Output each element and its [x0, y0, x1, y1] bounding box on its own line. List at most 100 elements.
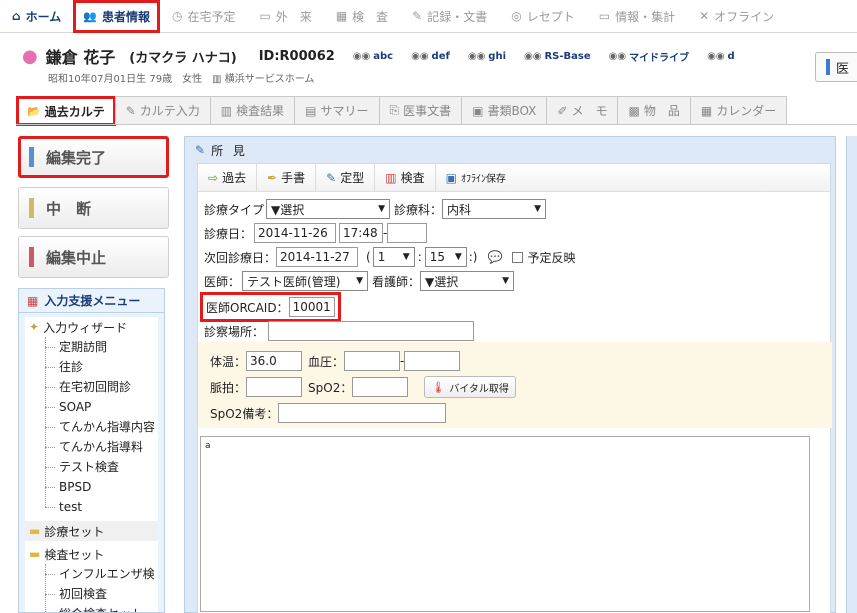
findings-textarea[interactable]: a [200, 436, 810, 612]
list-item[interactable]: test [25, 497, 158, 517]
list-item[interactable]: 初回検査 [25, 584, 158, 604]
temp-row: 体温： 36.0 血圧： - [210, 350, 461, 372]
list-item[interactable]: SOAP [25, 397, 158, 417]
side-doctor-button[interactable]: 医 [815, 52, 857, 82]
end-time-input[interactable] [387, 223, 428, 243]
monitor-icon: ▭ [598, 9, 611, 23]
suspend-button[interactable]: 中 断 [18, 187, 169, 229]
button-label: 定型 [340, 171, 365, 185]
offline-save-button[interactable]: ▣ ｵﾌﾗｲﾝ保存 [436, 164, 516, 192]
next-date-input[interactable]: 2014-11-27 [276, 247, 359, 267]
glasses-icon: ◉◉ [608, 50, 627, 62]
tab-doc-box[interactable]: ▣ 書類BOX [461, 96, 548, 124]
nav-patient-info[interactable]: 👥 患者情報 [73, 0, 160, 33]
dropdown-icon: ▼ [402, 252, 410, 262]
handwrite-button[interactable]: ✒ 手書 [257, 163, 317, 192]
bp-high-input[interactable] [344, 351, 401, 371]
ext-link-ghi[interactable]: ◉◉ ghi [468, 51, 506, 62]
input-support-menu: ▦ 入力支援メニュー ✦ 入力ウィザード 定期訪問 往診 在宅初回問診 SOAP… [18, 288, 165, 613]
list-item[interactable]: BPSD [25, 477, 158, 497]
nav-home[interactable]: ⌂ ホーム [0, 0, 73, 33]
date-row: 診療日： 2014-11-26 17:48 - [204, 222, 428, 244]
treatment-set-folder[interactable]: ▬ 診療セット [25, 521, 158, 541]
spo2-label: SpO2： [308, 380, 353, 395]
home-icon: ⌂ [12, 9, 21, 23]
ext-link-mydrive[interactable]: ◉◉ マイドライブ [609, 49, 689, 64]
tab-memo[interactable]: ✐ メ モ [546, 96, 619, 124]
ext-link-d[interactable]: ◉◉ d [707, 51, 735, 62]
list-item[interactable]: テスト検査 [25, 457, 158, 477]
paren-open: ( [366, 250, 371, 264]
right-panel-edge [846, 136, 857, 613]
folder-icon: ▬ [29, 547, 41, 561]
list-item[interactable]: てんかん指導内容 [25, 417, 158, 437]
next-min-select[interactable]: 15 ▼ [424, 247, 467, 267]
dropdown-icon: ▼ [502, 276, 510, 286]
findings-form: ⇨ 過去 ✒ 手書 ✎ 定型 ▥ 検査 ▣ ｵﾌﾗｲﾝ保存 診療タイプ ▼選択 … [197, 163, 832, 613]
select-value: ▼選択 [271, 202, 305, 217]
template-button[interactable]: ✎ 定型 [316, 163, 376, 192]
edit-icon: ✎ [125, 103, 136, 118]
select-value: ▼選択 [425, 274, 459, 289]
orcaid-input[interactable]: 10001 [288, 297, 335, 317]
comment-icon[interactable]: 💬 [487, 250, 502, 264]
bp-low-input[interactable] [404, 351, 461, 371]
list-item[interactable]: 総合検査セット [25, 604, 158, 612]
date-input[interactable]: 2014-11-26 [254, 223, 337, 243]
thermometer-icon: 🌡 [431, 380, 446, 394]
button-label: ｵﾌﾗｲﾝ保存 [460, 174, 506, 185]
ext-link-def[interactable]: ◉◉ def [411, 51, 450, 62]
ext-link-abc[interactable]: ◉◉ abc [353, 51, 393, 62]
tab-goods[interactable]: ▩ 物 品 [617, 96, 691, 124]
pulse-input[interactable] [246, 377, 303, 397]
spo2-input[interactable] [352, 377, 409, 397]
tab-medical-docs[interactable]: ⎘ 医事文書 [378, 96, 463, 124]
folder-icon: 📂 [27, 105, 41, 118]
place-input[interactable] [268, 321, 475, 341]
spo2-note-input[interactable] [278, 403, 447, 423]
time-input[interactable]: 17:48 [339, 223, 384, 243]
list-item[interactable]: インフルエンザ検 [25, 564, 158, 584]
next-hour-select[interactable]: 1 ▼ [372, 247, 415, 267]
nav-records[interactable]: ✎ 記録・文書 [400, 0, 499, 33]
place-label: 診察場所： [204, 324, 265, 339]
list-item[interactable]: 定期訪問 [25, 337, 158, 357]
type-select[interactable]: ▼選択 ▼ [266, 199, 391, 219]
nav-info[interactable]: ▭ 情報・集計 [587, 0, 687, 33]
vital-fetch-button[interactable]: 🌡 バイタル取得 [424, 376, 516, 398]
past-button[interactable]: ⇨ 過去 [198, 163, 258, 192]
nav-offline[interactable]: ✕ オフライン [687, 0, 786, 33]
tab-chart-input[interactable]: ✎ カルテ入力 [114, 96, 211, 124]
tab-summary[interactable]: ▤ サマリー [294, 96, 380, 124]
panel-title-label: 所 見 [211, 143, 248, 158]
button-label: 中 断 [46, 199, 92, 218]
tab-label: 書類BOX [487, 104, 537, 118]
save-icon: ▣ [445, 170, 457, 185]
next-date-row: 次回診療日： 2014-11-27 ( 1 ▼ : 15 ▼ :) 💬 予定反映 [204, 246, 575, 268]
edit-complete-button[interactable]: 編集完了 [18, 136, 169, 178]
tab-calendar[interactable]: ▦ カレンダー [689, 96, 788, 124]
list-item[interactable]: てんかん指導料 [25, 437, 158, 457]
cancel-edit-button[interactable]: 編集中止 [18, 236, 169, 278]
schedule-checkbox[interactable] [512, 251, 524, 263]
nav-outpatient[interactable]: ▭ 外 来 [247, 0, 323, 33]
nav-receipt[interactable]: ◎ レセプト [499, 0, 587, 33]
patient-id: ID:R00062 [258, 48, 335, 64]
ext-link-rs-base[interactable]: ◉◉ RS-Base [524, 51, 591, 62]
nurse-select[interactable]: ▼選択 ▼ [420, 271, 515, 291]
list-item[interactable]: 往診 [25, 357, 158, 377]
tab-exam-results[interactable]: ▥ 検査結果 [209, 96, 296, 124]
tab-label: 医事文書 [403, 104, 452, 118]
exam-set-folder[interactable]: ▬ 検査セット [25, 544, 158, 564]
doctor-select[interactable]: テスト医師(管理) ▼ [242, 271, 369, 291]
summary-icon: ▤ [305, 103, 317, 118]
temp-input[interactable]: 36.0 [246, 351, 303, 371]
tab-past-chart[interactable]: 📂 過去カルテ [16, 96, 116, 126]
dept-select[interactable]: 内科 ▼ [442, 199, 547, 219]
top-nav: ⌂ ホーム 👥 患者情報 ◷ 在宅予定 ▭ 外 来 ▦ 検 査 ✎ 記録・文書 … [0, 0, 857, 33]
nav-home-schedule[interactable]: ◷ 在宅予定 [160, 0, 248, 33]
nav-exam[interactable]: ▦ 検 査 [324, 0, 400, 33]
exam-button[interactable]: ▥ 検査 [375, 163, 436, 192]
list-item[interactable]: 在宅初回問診 [25, 377, 158, 397]
wizard-folder[interactable]: ✦ 入力ウィザード [25, 317, 158, 337]
